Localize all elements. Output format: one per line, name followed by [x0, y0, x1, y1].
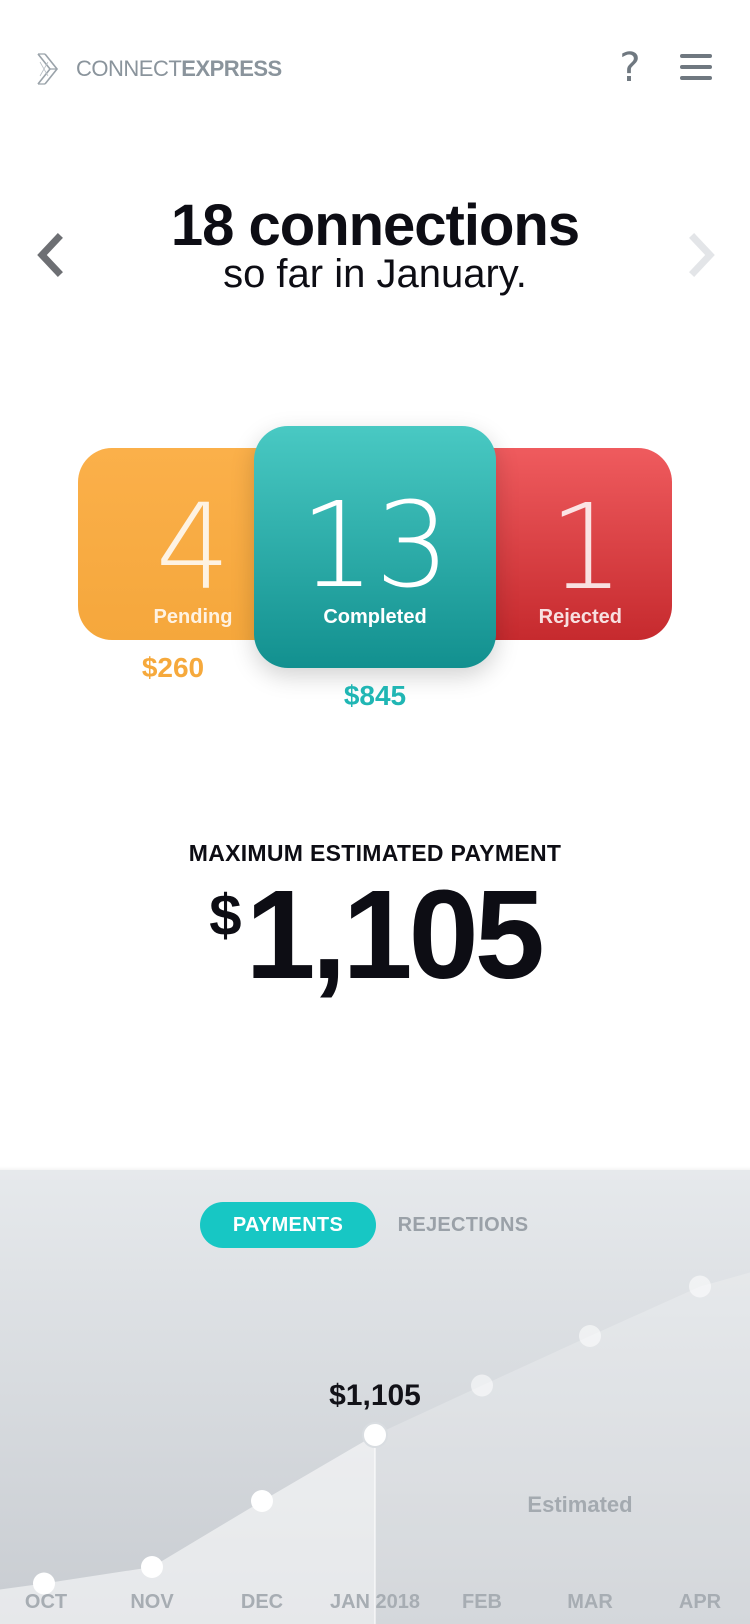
rejected-label: Rejected	[538, 606, 622, 628]
data-point-mar	[579, 1325, 601, 1347]
data-point-nov	[141, 1556, 163, 1578]
hamburger-menu-icon[interactable]	[680, 54, 712, 80]
estimated-area	[375, 1272, 750, 1624]
brand-name: CONNECTEXPRESS	[76, 56, 282, 82]
tab-payments[interactable]: PAYMENTS	[200, 1202, 376, 1248]
x-tick-label: DEC	[241, 1591, 283, 1613]
menu-bar	[680, 54, 712, 58]
max-payment-value: $1,105	[0, 862, 750, 1007]
payments-chart: $1,105 Estimated OCT NOV DEC JAN 2018 FEB MAR AP…	[0, 1272, 750, 1624]
menu-bar	[680, 76, 712, 80]
data-point-dec	[251, 1490, 273, 1512]
data-point-apr	[689, 1275, 711, 1298]
completed-label: Completed	[323, 606, 427, 628]
connections-headline: 18 connections	[170, 193, 580, 258]
estimated-label: Estimated	[527, 1492, 632, 1517]
data-point-jan-2018	[362, 1422, 388, 1448]
x-tick-label: APR	[679, 1591, 722, 1613]
connections-subline: so far in January.	[223, 252, 527, 296]
brand-logo[interactable]: CONNECTEXPRESS	[36, 52, 282, 86]
rejected-count: 1	[548, 478, 624, 616]
highlight-value-label: $1,105	[329, 1379, 421, 1412]
app-header: CONNECTEXPRESS ?	[0, 0, 750, 140]
brand-name-bold: EXPRESS	[181, 56, 282, 81]
chevron-right-icon[interactable]	[682, 230, 722, 280]
pending-amount: $260	[141, 652, 205, 683]
max-payment-amount: 1,105	[245, 864, 544, 1005]
completed-count: 13	[299, 476, 451, 614]
x-tick-label: FEB	[462, 1591, 502, 1613]
tab-rejections[interactable]: REJECTIONS	[388, 1202, 538, 1248]
max-payment-currency: $	[209, 883, 242, 948]
data-point-feb	[471, 1374, 493, 1397]
connectexpress-logo-icon	[37, 53, 59, 85]
x-tick-label: OCT	[25, 1591, 67, 1613]
x-tick-label: JAN 2018	[330, 1591, 420, 1613]
brand-name-light: CONNECT	[76, 56, 182, 81]
completed-card[interactable]: 13 Completed	[254, 426, 496, 668]
menu-bar	[680, 65, 712, 69]
x-tick-label: NOV	[130, 1591, 174, 1613]
question-mark-icon[interactable]: ?	[612, 44, 648, 92]
completed-amount: $845	[343, 680, 407, 711]
x-tick-label: MAR	[567, 1591, 613, 1613]
